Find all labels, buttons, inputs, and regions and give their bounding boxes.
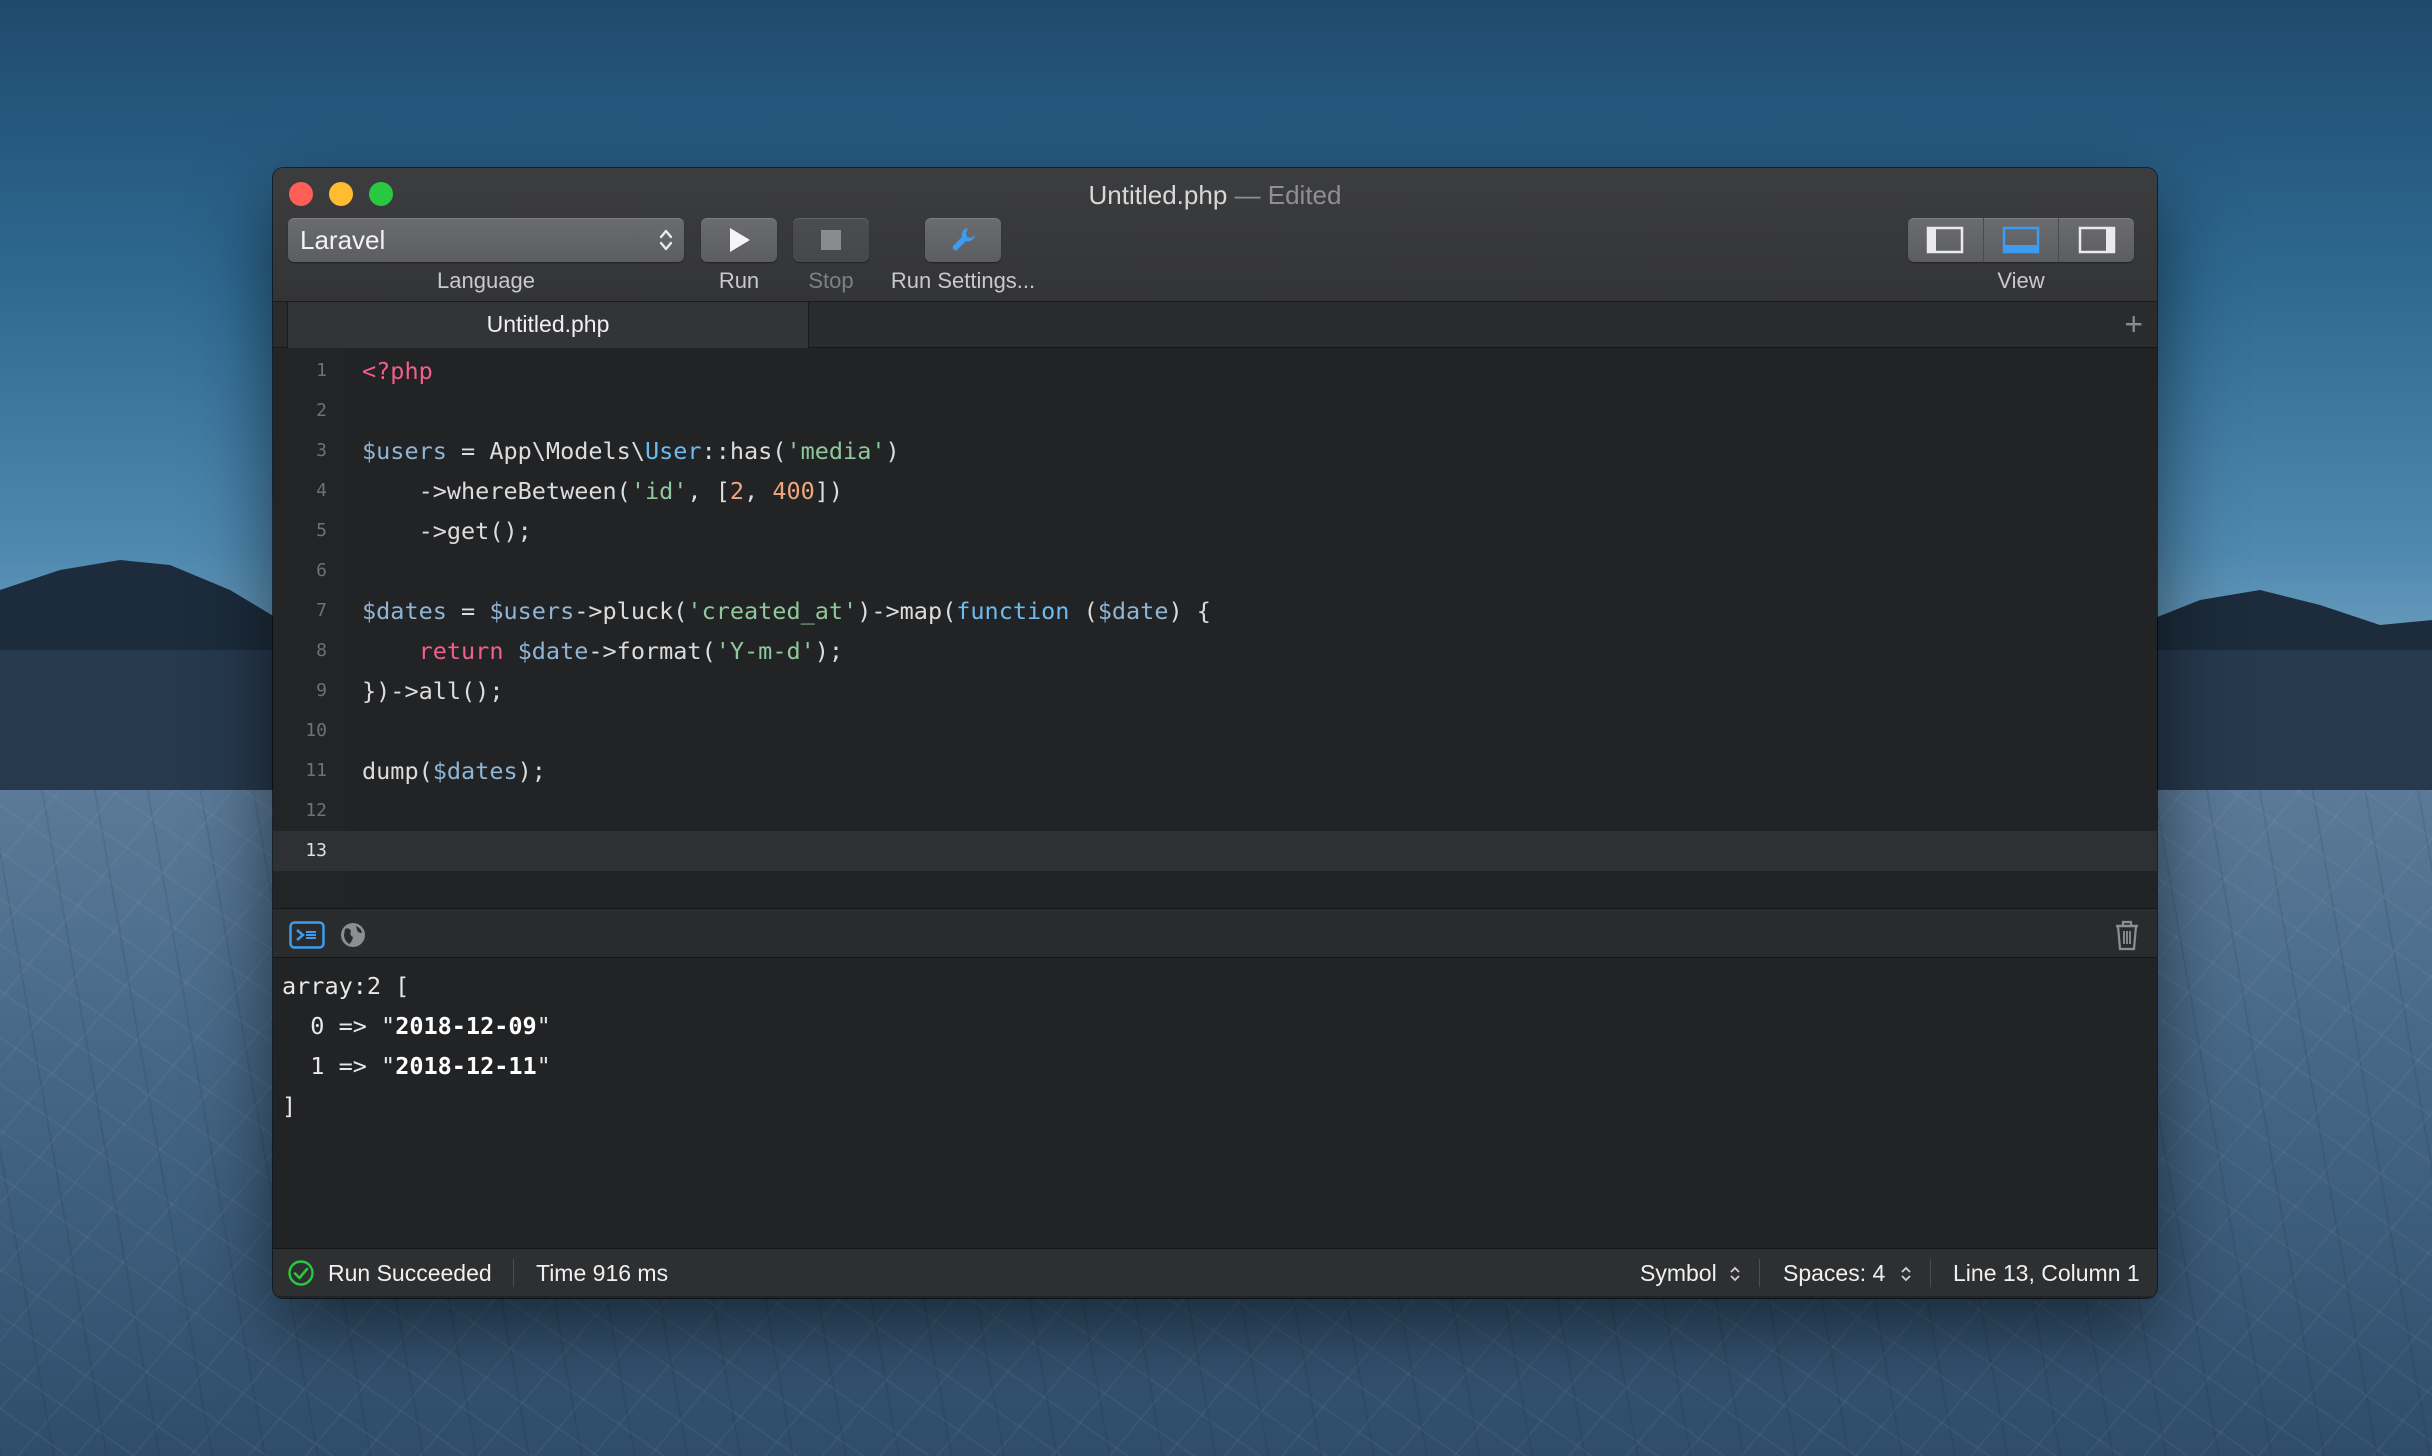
line-number: 4 <box>316 480 327 501</box>
code-line[interactable]: 8 return $date->format('Y-m-d'); <box>273 631 2157 671</box>
run-button[interactable] <box>701 218 777 262</box>
code-line[interactable]: 1 <?php <box>273 351 2157 391</box>
code-line[interactable]: 7 $dates = $users->pluck('created_at')->m… <box>273 591 2157 631</box>
code-line-text: ->get(); <box>362 517 532 545</box>
spaces-popup-label: Spaces: 4 <box>1783 1260 1886 1286</box>
code-line-text: <?php <box>362 357 433 385</box>
view-bottom-pane-toggle[interactable] <box>1984 218 2060 262</box>
view-label: View <box>1997 268 2045 293</box>
updown-chevron-icon <box>659 229 673 251</box>
stop-label: Stop <box>808 268 854 293</box>
code-line[interactable]: 9 })->all(); <box>273 671 2157 711</box>
app-window: Untitled.php — Edited Laravel Language R… <box>273 168 2157 1298</box>
run-status-text: Run Succeeded <box>328 1260 492 1286</box>
output-line: ] <box>282 1086 2157 1126</box>
code-line-text: return $date->format('Y-m-d'); <box>418 637 844 665</box>
output-console[interactable]: array:2 [ 0 => "2018-12-09" 1 => "2018-1… <box>273 958 2157 1248</box>
run-settings-button[interactable] <box>925 218 1001 262</box>
status-divider <box>1759 1259 1760 1287</box>
code-line[interactable]: 4 ->whereBetween('id', [2, 400]) <box>273 471 2157 511</box>
status-divider <box>1930 1259 1931 1287</box>
output-line: 1 => "2018-12-11" <box>282 1046 2157 1086</box>
code-line[interactable]: 12 <box>273 791 2157 831</box>
sidebar-left-icon <box>1927 226 1964 254</box>
language-label: Language <box>437 268 535 293</box>
line-number: 6 <box>316 560 327 581</box>
trash-icon[interactable] <box>2113 919 2141 951</box>
code-line[interactable]: 5 ->get(); <box>273 511 2157 551</box>
run-time-text: Time 916 ms <box>536 1260 669 1286</box>
output-value: 2018-12-11 <box>395 1052 537 1080</box>
output-line: array:2 [ <box>282 966 2157 1006</box>
symbol-popup-label: Symbol <box>1640 1260 1717 1286</box>
output-text: array:2 [ <box>282 972 410 1000</box>
code-line[interactable]: 10 <box>273 711 2157 751</box>
line-number: 9 <box>316 680 327 701</box>
cursor-position-text: Line 13, Column 1 <box>1953 1260 2140 1286</box>
output-text: 0 => " <box>282 1012 396 1040</box>
spaces-popup[interactable]: Spaces: 4 <box>1783 1249 1912 1297</box>
output-line: 0 => "2018-12-09" <box>282 1006 2157 1046</box>
line-number: 2 <box>316 400 327 421</box>
window-title-filename: Untitled.php <box>1088 180 1228 210</box>
tab-bar: Untitled.php + <box>273 302 2157 348</box>
view-right-pane-toggle[interactable] <box>2059 218 2134 262</box>
code-line[interactable]: 2 <box>273 391 2157 431</box>
output-text: ] <box>282 1092 297 1120</box>
output-text: 1 => " <box>282 1052 396 1080</box>
window-title: Untitled.php — Edited <box>273 180 2157 211</box>
output-text: " <box>536 1052 551 1080</box>
line-number: 10 <box>305 720 327 741</box>
view-segmented-control <box>1908 218 2134 262</box>
status-bar: Run Succeeded Time 916 ms Symbol Spaces:… <box>273 1248 2157 1296</box>
output-text: " <box>536 1012 551 1040</box>
line-number: 1 <box>316 360 327 381</box>
code-line[interactable]: 11 dump($dates); <box>273 751 2157 791</box>
code-line-text: })->all(); <box>362 677 504 705</box>
sidebar-right-icon <box>2078 226 2115 254</box>
line-number: 3 <box>316 440 327 461</box>
updown-chevron-icon <box>1730 1266 1740 1282</box>
line-number: 5 <box>316 520 327 541</box>
output-value: 2018-12-09 <box>395 1012 537 1040</box>
code-line-text: $dates = $users->pluck('created_at')->ma… <box>362 597 1211 625</box>
code-line[interactable]: 13 <box>273 831 2157 871</box>
line-number: 8 <box>316 640 327 661</box>
line-number: 12 <box>305 800 327 821</box>
line-number: 7 <box>316 600 327 621</box>
stop-icon <box>821 230 841 250</box>
console-icon[interactable] <box>289 921 325 949</box>
run-settings-label: Run Settings... <box>890 268 1036 293</box>
tab-untitled-php[interactable]: Untitled.php <box>287 302 809 348</box>
add-tab-icon[interactable]: + <box>2124 308 2143 340</box>
code-line-text: dump($dates); <box>362 757 546 785</box>
code-editor[interactable]: 1 <?php23 $users = App\Models\User::has('m… <box>273 348 2157 908</box>
success-check-icon <box>288 1260 314 1286</box>
language-select[interactable]: Laravel <box>288 218 684 262</box>
status-divider <box>513 1259 514 1287</box>
stop-button[interactable] <box>793 218 869 262</box>
language-select-value: Laravel <box>300 225 386 255</box>
panel-bottom-icon <box>2002 226 2040 254</box>
code-line-text: $users = App\Models\User::has('media') <box>362 437 900 465</box>
line-number: 11 <box>305 760 327 781</box>
run-label: Run <box>718 268 760 293</box>
symbol-popup[interactable]: Symbol <box>1640 1249 1741 1297</box>
globe-icon[interactable] <box>339 921 367 949</box>
code-line-text: ->whereBetween('id', [2, 400]) <box>362 477 844 505</box>
view-left-pane-toggle[interactable] <box>1908 218 1984 262</box>
code-line[interactable]: 6 <box>273 551 2157 591</box>
window-title-edited: — Edited <box>1234 180 1342 210</box>
code-line[interactable]: 3 $users = App\Models\User::has('media') <box>273 431 2157 471</box>
play-icon <box>730 228 750 252</box>
wrench-icon <box>952 228 975 251</box>
output-toolbar <box>273 908 2157 958</box>
titlebar-toolbar: Untitled.php — Edited Laravel Language R… <box>273 168 2157 302</box>
line-number: 13 <box>305 840 327 861</box>
updown-chevron-icon <box>1901 1266 1911 1282</box>
